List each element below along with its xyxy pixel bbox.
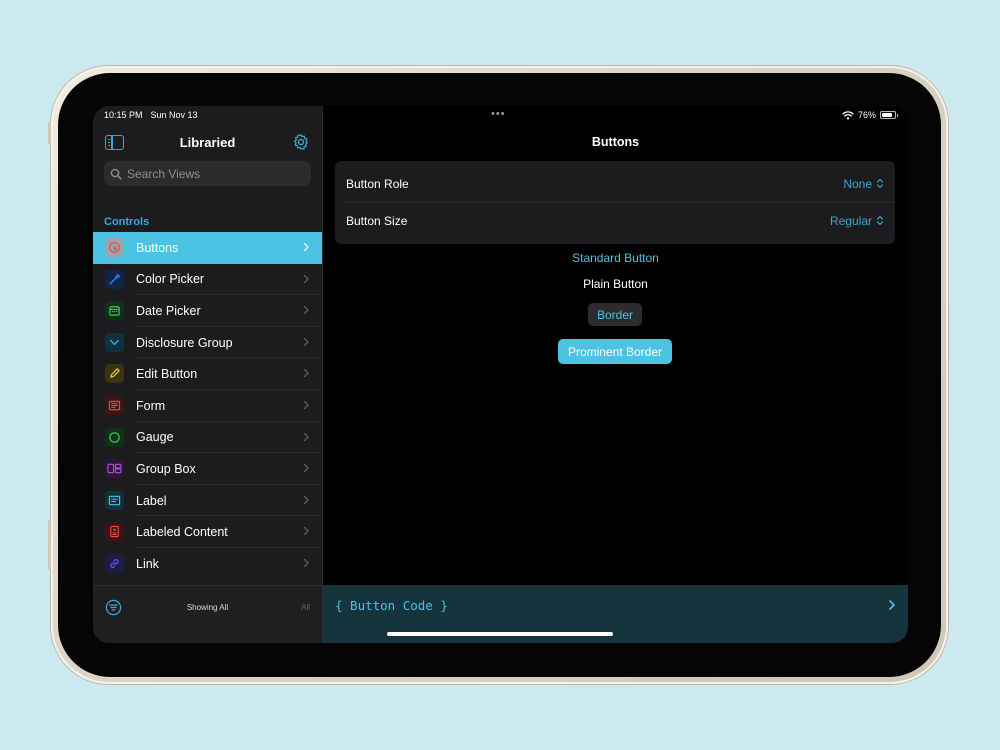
chevron-up-down-icon — [876, 215, 884, 226]
sidebar-item-label: Buttons — [136, 240, 179, 255]
chevron-right-icon — [303, 400, 309, 410]
sidebar-item-label: Date Picker — [136, 303, 201, 318]
chevron-right-icon — [303, 274, 309, 283]
sidebar-item-label: Gauge — [136, 430, 174, 445]
gear-icon[interactable] — [292, 133, 310, 151]
labeled-content-icon — [105, 522, 124, 542]
link-icon — [105, 553, 124, 573]
sidebar-item-label: Color Picker — [136, 272, 205, 287]
status-indicators: 76% — [842, 110, 898, 120]
calendar-icon — [105, 301, 124, 321]
sidebar-item-labeled-content[interactable]: Labeled Content — [93, 516, 322, 548]
chevron-right-icon — [303, 558, 309, 568]
plain-button[interactable]: Plain Button — [323, 277, 908, 291]
sidebar-item-label: Group Box — [136, 461, 196, 476]
sidebar-item-gauge[interactable]: Gauge — [93, 422, 322, 454]
section-header-controls: Controls — [104, 216, 150, 228]
standard-button[interactable]: Standard Button — [323, 251, 908, 265]
multitasking-dots-icon[interactable]: ••• — [491, 108, 506, 120]
sidebar-item-label: Link — [136, 556, 159, 571]
pencil-icon — [105, 364, 124, 384]
sidebar-item-edit-button[interactable]: Edit Button — [93, 358, 322, 390]
button-role-picker[interactable]: None — [843, 177, 884, 191]
group-box-icon — [105, 459, 124, 479]
sidebar-item-color-picker[interactable]: Color Picker — [93, 264, 322, 296]
sidebar-item-label-view[interactable]: Label — [93, 485, 322, 517]
search-placeholder: Search Views — [127, 166, 201, 181]
button-size-picker[interactable]: Regular — [830, 214, 884, 228]
chevron-right-icon — [303, 337, 309, 346]
sidebar: Libraried Search Views Controls Buttons — [93, 106, 322, 643]
chevron-up-down-icon — [876, 178, 884, 189]
sidebar-item-label: Labeled Content — [136, 525, 228, 540]
battery-percent: 76% — [857, 110, 876, 120]
nav-list: Buttons Color Picker Date Picker Disclos… — [93, 232, 322, 580]
chevron-right-icon — [303, 495, 309, 504]
chevron-right-icon[interactable] — [887, 599, 897, 611]
chevron-right-icon — [303, 527, 309, 536]
side-button — [48, 520, 51, 570]
prominent-border-button[interactable]: Prominent Border — [558, 339, 672, 364]
sidebar-item-buttons[interactable]: Buttons — [93, 232, 322, 264]
sidebar-item-date-picker[interactable]: Date Picker — [93, 295, 322, 327]
label-icon — [105, 490, 124, 510]
sidebar-item-group-box[interactable]: Group Box — [93, 453, 322, 485]
setting-label: Button Size — [346, 213, 408, 228]
sidebar-item-label: Form — [136, 398, 166, 413]
chevron-down-icon — [105, 332, 124, 352]
border-button[interactable]: Border — [588, 303, 642, 326]
chevron-right-icon — [303, 369, 309, 378]
sidebar-item-form[interactable]: Form — [93, 390, 322, 422]
sidebar-title: Libraried — [179, 135, 236, 150]
sidebar-item-label: Disclosure Group — [136, 335, 233, 350]
chevron-right-icon — [303, 305, 309, 315]
sidebar-item-label: Edit Button — [136, 367, 198, 382]
settings-card: Button Role None Button Size Regular — [335, 161, 895, 244]
status-time-text: 10:15 PM — [104, 110, 143, 120]
sidebar-item-label: Label — [136, 493, 167, 508]
code-label: { Button Code } — [335, 598, 448, 613]
status-date: Sun Nov 13 — [150, 110, 198, 120]
screen: Libraried Search Views Controls Buttons — [93, 106, 908, 643]
setting-row-button-role[interactable]: Button Role None — [335, 165, 895, 202]
home-indicator[interactable] — [387, 632, 613, 636]
setting-label: Button Role — [346, 176, 409, 191]
setting-value: Regular — [829, 213, 872, 228]
battery-icon — [880, 111, 898, 119]
search-icon — [110, 168, 122, 180]
wifi-icon — [842, 110, 854, 119]
gauge-icon — [105, 427, 124, 447]
setting-value: None — [843, 176, 872, 191]
chevron-right-icon — [303, 242, 309, 252]
sidebar-footer: Showing All All — [93, 585, 322, 643]
sidebar-item-disclosure-group[interactable]: Disclosure Group — [93, 327, 322, 359]
sidebar-item-link[interactable]: Link — [93, 548, 322, 580]
footer-showing-text: Showing All — [186, 603, 229, 612]
volume-button — [48, 122, 51, 144]
setting-row-button-size[interactable]: Button Size Regular — [335, 202, 895, 239]
eyedropper-icon — [105, 269, 124, 289]
status-time: 10:15 PM Sun Nov 13 — [104, 110, 198, 120]
button-icon — [105, 238, 124, 257]
form-icon — [105, 395, 124, 415]
page-title: Buttons — [591, 135, 640, 149]
sidebar-divider — [322, 106, 323, 643]
chevron-right-icon — [303, 432, 309, 441]
chevron-right-icon — [303, 463, 309, 473]
footer-all-button[interactable]: All — [301, 603, 310, 612]
search-field[interactable]: Search Views — [104, 161, 311, 186]
